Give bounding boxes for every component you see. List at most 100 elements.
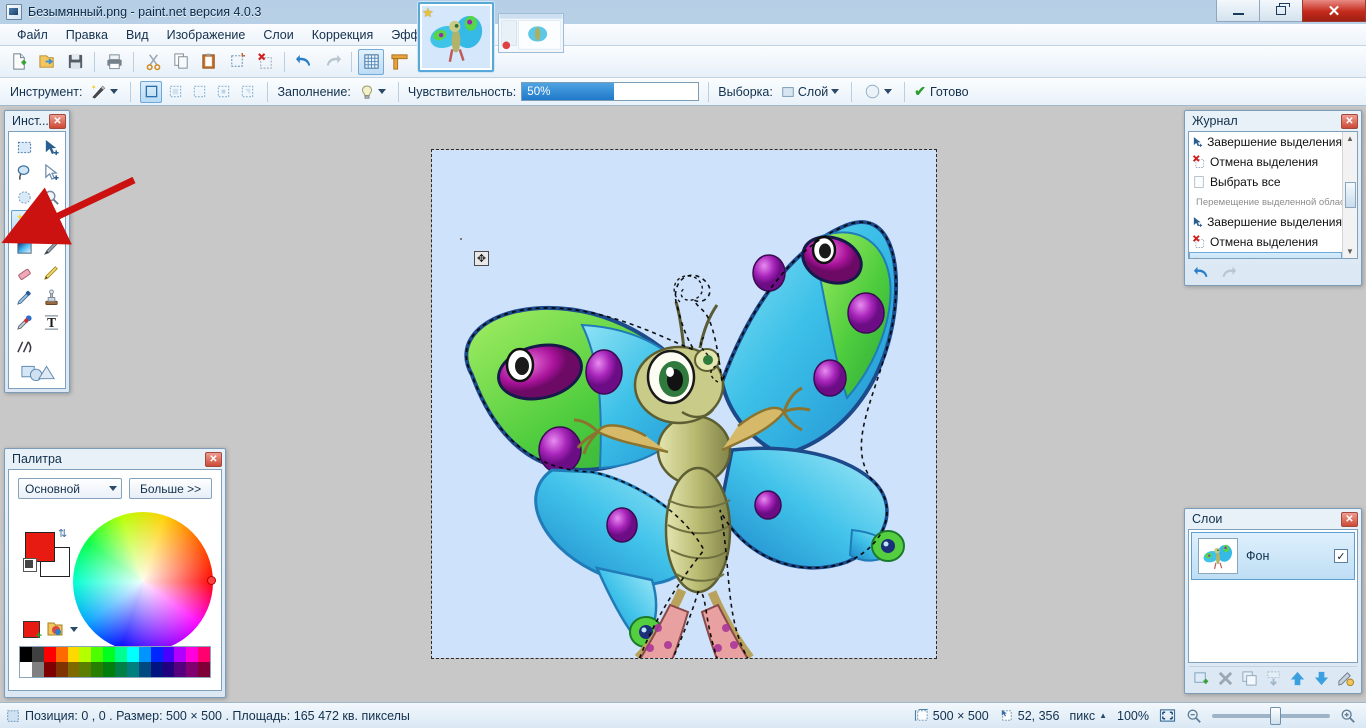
duplicate-layer-icon[interactable]: [1241, 670, 1258, 687]
paintbrush-tool[interactable]: [38, 235, 65, 260]
selection-mode-xor[interactable]: [236, 81, 258, 103]
history-item-selected[interactable]: Волшебная палочка: [1189, 252, 1342, 258]
text-tool[interactable]: T: [38, 310, 65, 335]
canvas-container[interactable]: ✥: [431, 149, 937, 659]
scroll-down-icon[interactable]: ▼: [1346, 245, 1354, 258]
zoom-out-icon[interactable]: [1186, 708, 1202, 724]
open-button[interactable]: [34, 49, 60, 75]
line-curve-tool[interactable]: [11, 335, 38, 360]
tools-panel-close-button[interactable]: ✕: [49, 113, 66, 129]
undo-button[interactable]: [291, 49, 317, 75]
sampling-selector[interactable]: Слой: [778, 82, 842, 102]
history-item[interactable]: Отмена выделения: [1189, 232, 1342, 252]
history-item[interactable]: Перемещение выделенной области: [1189, 192, 1342, 212]
selection-mode-replace[interactable]: [140, 80, 163, 103]
zoom-in-icon[interactable]: [1340, 708, 1356, 724]
color-mode-dropdown[interactable]: Основной: [18, 478, 122, 499]
reset-colors-icon[interactable]: [23, 558, 37, 572]
undo-arrow-icon[interactable]: [1193, 264, 1211, 282]
swatch[interactable]: [67, 647, 80, 662]
restore-button[interactable]: [1259, 0, 1303, 22]
add-color-swatch-button[interactable]: [23, 620, 42, 642]
history-scrollbar[interactable]: ▲ ▼: [1342, 132, 1357, 258]
swatch[interactable]: [115, 662, 127, 677]
more-colors-button[interactable]: Больше >>: [129, 478, 213, 499]
print-button[interactable]: [101, 49, 127, 75]
layer-properties-icon[interactable]: [1337, 670, 1354, 687]
delete-layer-icon[interactable]: [1217, 670, 1234, 687]
history-list[interactable]: Завершение выделения Отмена выделения Вы…: [1189, 132, 1342, 258]
swatch[interactable]: [162, 662, 175, 677]
ellipse-select-tool[interactable]: [11, 185, 38, 210]
deselect-button[interactable]: [252, 49, 278, 75]
arrow-down-icon[interactable]: [1313, 670, 1330, 687]
recolor-tool[interactable]: [11, 310, 38, 335]
menu-view[interactable]: Вид: [117, 25, 158, 45]
menu-layers[interactable]: Слои: [254, 25, 302, 45]
history-panel-close-button[interactable]: ✕: [1341, 113, 1358, 129]
crop-button[interactable]: [224, 49, 250, 75]
swatch[interactable]: [43, 662, 56, 677]
swatch[interactable]: [43, 647, 56, 662]
swatch[interactable]: [150, 647, 163, 662]
active-tool-selector[interactable]: [87, 82, 121, 102]
add-layer-icon[interactable]: [1193, 670, 1210, 687]
swatch[interactable]: [138, 647, 151, 662]
minimize-button[interactable]: [1216, 0, 1260, 22]
swatch[interactable]: [55, 647, 68, 662]
move-selected-tool[interactable]: [38, 135, 65, 160]
color-wheel-marker[interactable]: [207, 576, 216, 585]
swatch[interactable]: [186, 647, 199, 662]
magic-wand-tool[interactable]: [11, 210, 38, 235]
scrollbar-thumb[interactable]: [1344, 182, 1356, 208]
zoom-tool[interactable]: [38, 185, 65, 210]
cut-button[interactable]: [140, 49, 166, 75]
merge-down-icon[interactable]: [1265, 670, 1282, 687]
clone-stamp-tool[interactable]: [38, 285, 65, 310]
color-wheel[interactable]: [73, 512, 213, 652]
swatch[interactable]: [174, 662, 187, 677]
layer-row[interactable]: Фон ✓: [1191, 532, 1355, 580]
eraser-tool[interactable]: [11, 260, 38, 285]
swatch[interactable]: [103, 662, 115, 677]
swatch[interactable]: [138, 662, 151, 677]
layers-list[interactable]: Фон ✓: [1188, 529, 1358, 663]
swatch[interactable]: [20, 647, 32, 662]
lasso-select-tool[interactable]: [11, 160, 38, 185]
copy-button[interactable]: [168, 49, 194, 75]
swatch[interactable]: [150, 662, 163, 677]
save-button[interactable]: [62, 49, 88, 75]
history-item[interactable]: Выбрать все: [1189, 172, 1342, 192]
zoom-slider[interactable]: [1212, 706, 1330, 725]
swatch[interactable]: [55, 662, 68, 677]
swatch[interactable]: [91, 647, 104, 662]
swatch[interactable]: [126, 662, 139, 677]
close-button[interactable]: ✕: [1302, 0, 1366, 22]
swatch[interactable]: [79, 662, 92, 677]
grid-button[interactable]: [358, 48, 384, 75]
swatch[interactable]: [79, 647, 92, 662]
pencil-tool[interactable]: [38, 260, 65, 285]
color-picker-tool[interactable]: [11, 285, 38, 310]
rectangle-select-tool[interactable]: [11, 135, 38, 160]
gradient-tool[interactable]: [11, 235, 38, 260]
chevron-down-icon[interactable]: [70, 626, 78, 632]
move-selection-tool[interactable]: [38, 160, 65, 185]
swatch[interactable]: [198, 662, 210, 677]
swatch[interactable]: [20, 662, 32, 677]
redo-arrow-icon[interactable]: [1219, 264, 1237, 282]
color-swatch-strip[interactable]: [19, 646, 211, 678]
fit-to-window-button[interactable]: [1159, 708, 1176, 723]
selection-mode-intersect[interactable]: [212, 81, 234, 103]
swatch[interactable]: [67, 662, 80, 677]
selection-mode-union[interactable]: [164, 81, 186, 103]
history-item[interactable]: Завершение выделения: [1189, 212, 1342, 232]
tab-screenshot[interactable]: [498, 13, 564, 53]
new-button[interactable]: [6, 49, 32, 75]
paint-bucket-tool[interactable]: [38, 210, 65, 235]
swatch[interactable]: [103, 647, 115, 662]
menu-edit[interactable]: Правка: [57, 25, 117, 45]
history-item[interactable]: Отмена выделения: [1189, 152, 1342, 172]
menu-image[interactable]: Изображение: [158, 25, 255, 45]
units-selector[interactable]: пикс ▲: [1069, 709, 1107, 723]
